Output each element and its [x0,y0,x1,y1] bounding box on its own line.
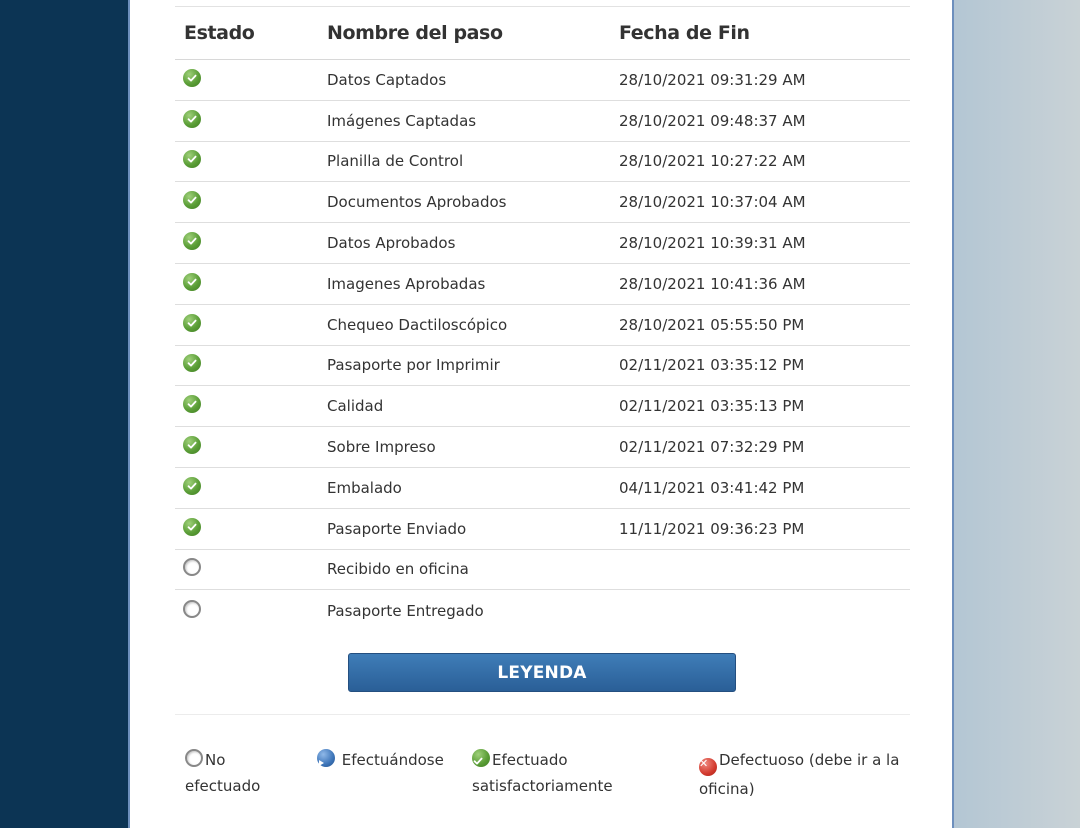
check-circle-icon [183,354,201,373]
check-circle-icon [183,436,201,455]
row-step-name: Planilla de Control [327,152,464,171]
legend-done-line1: Efectuado [492,751,568,769]
row-status [175,109,327,128]
row-status [175,313,327,332]
check-circle-icon [183,68,201,87]
row-end-date: 28/10/2021 09:48:37 AM [619,111,806,130]
check-circle-icon [183,313,201,332]
row-end-date: 02/11/2021 07:32:29 PM [619,438,805,457]
check-circle-icon [183,150,201,169]
row-end-date: 28/10/2021 05:55:50 PM [619,315,805,334]
check-circle-icon [183,272,201,291]
legend-not-done-line1: No [205,751,226,769]
table-row: Pasaporte por Imprimir 02/11/2021 03:35:1… [175,346,910,387]
row-end-date: 28/10/2021 10:41:36 AM [619,274,806,293]
row-status [175,150,327,169]
row-step-name: Chequeo Dactiloscópico [327,315,508,334]
table-row: Recibido en oficina [175,550,910,591]
row-step-name: Imagenes Aprobadas [327,274,486,293]
row-end-date: 02/11/2021 03:35:12 PM [619,356,805,375]
check-circle-icon [183,395,201,414]
row-status [175,599,327,618]
table-row: Documentos Aprobados 28/10/2021 10:37:04 … [175,182,910,224]
header-status: Estado [184,22,255,44]
row-status [175,68,327,87]
row-end-date: 28/10/2021 10:27:22 AM [619,152,806,171]
check-circle-icon [183,109,201,128]
play-circle-icon [317,749,335,767]
header-step: Nombre del paso [327,22,503,44]
row-status [175,395,327,414]
table-row: Pasaporte Enviado 11/11/2021 09:36:23 PM [175,509,910,550]
table-header: Estado Nombre del paso Fecha de Fin [175,7,910,60]
check-circle-icon [183,191,201,210]
row-status [175,517,327,536]
table-row: Datos Aprobados 28/10/2021 10:39:31 AM [175,223,910,264]
table-row: Calidad 02/11/2021 03:35:13 PM [175,386,910,428]
legend-button[interactable]: LEYENDA [348,653,736,692]
row-status [175,354,327,373]
row-step-name: Datos Aprobados [327,234,456,253]
legend-defective-line1: Defectuoso (debe ir a la [719,751,900,769]
table-row: Chequeo Dactiloscópico 28/10/2021 05:55:5… [175,305,910,346]
row-step-name: Imágenes Captadas [327,111,477,130]
table-row: Imagenes Aprobadas 28/10/2021 10:41:36 AM [175,264,910,305]
row-step-name: Documentos Aprobados [327,193,507,212]
legend-defective: ✕ Defectuoso (debe ir a la oficina) [699,747,899,802]
row-status [175,191,327,210]
check-circle-icon [472,749,490,767]
legend-not-done: No efectuado [185,747,260,799]
empty-circle-icon [183,558,201,577]
row-status [175,232,327,251]
empty-circle-icon [183,599,201,618]
row-step-name: Embalado [327,478,402,497]
table-row: Datos Captados 28/10/2021 09:31:29 AM [175,60,910,101]
x-circle-icon: ✕ [699,758,717,776]
row-status [175,476,327,495]
status-panel: Estado Nombre del paso Fecha de Fin Dato… [128,0,954,828]
check-circle-icon [183,517,201,536]
table-row: Pasaporte Entregado [175,590,910,631]
table-row: Planilla de Control 28/10/2021 10:27:22 A… [175,142,910,183]
legend-not-done-line2: efectuado [185,777,261,795]
row-step-name: Recibido en oficina [327,560,469,579]
row-end-date: 02/11/2021 03:35:13 PM [619,397,805,416]
table-body: Datos Captados 28/10/2021 09:31:29 AM Imág… [175,60,910,631]
header-end-date: Fecha de Fin [619,22,750,44]
check-circle-icon [183,232,201,251]
row-end-date: 11/11/2021 09:36:23 PM [619,519,805,538]
row-step-name: Pasaporte Entregado [327,601,484,620]
legend-in-progress: Efectuándose [317,747,444,773]
row-end-date: 04/11/2021 03:41:42 PM [619,478,805,497]
row-status [175,436,327,455]
table-row: Embalado 04/11/2021 03:41:42 PM [175,468,910,509]
row-status [175,272,327,291]
steps-table: Estado Nombre del paso Fecha de Fin Dato… [175,6,910,631]
row-status [175,558,327,577]
row-end-date: 28/10/2021 09:31:29 AM [619,70,806,89]
row-step-name: Sobre Impreso [327,438,436,457]
row-end-date: 28/10/2021 10:37:04 AM [619,193,806,212]
divider [175,714,910,715]
check-circle-icon [183,476,201,495]
row-step-name: Calidad [327,397,384,416]
legend-done: Efectuado satisfactoriamente [472,747,613,799]
legend-defective-line2: oficina) [699,780,755,798]
row-step-name: Pasaporte Enviado [327,519,467,538]
table-row: Sobre Impreso 02/11/2021 07:32:29 PM [175,427,910,468]
legend-in-progress-line1: Efectuándose [341,751,444,769]
legend-done-line2: satisfactoriamente [472,777,613,795]
table-row: Imágenes Captadas 28/10/2021 09:48:37 AM [175,101,910,142]
row-end-date: 28/10/2021 10:39:31 AM [619,234,806,253]
empty-circle-icon [185,749,203,767]
row-step-name: Datos Captados [327,70,447,89]
row-step-name: Pasaporte por Imprimir [327,356,500,375]
